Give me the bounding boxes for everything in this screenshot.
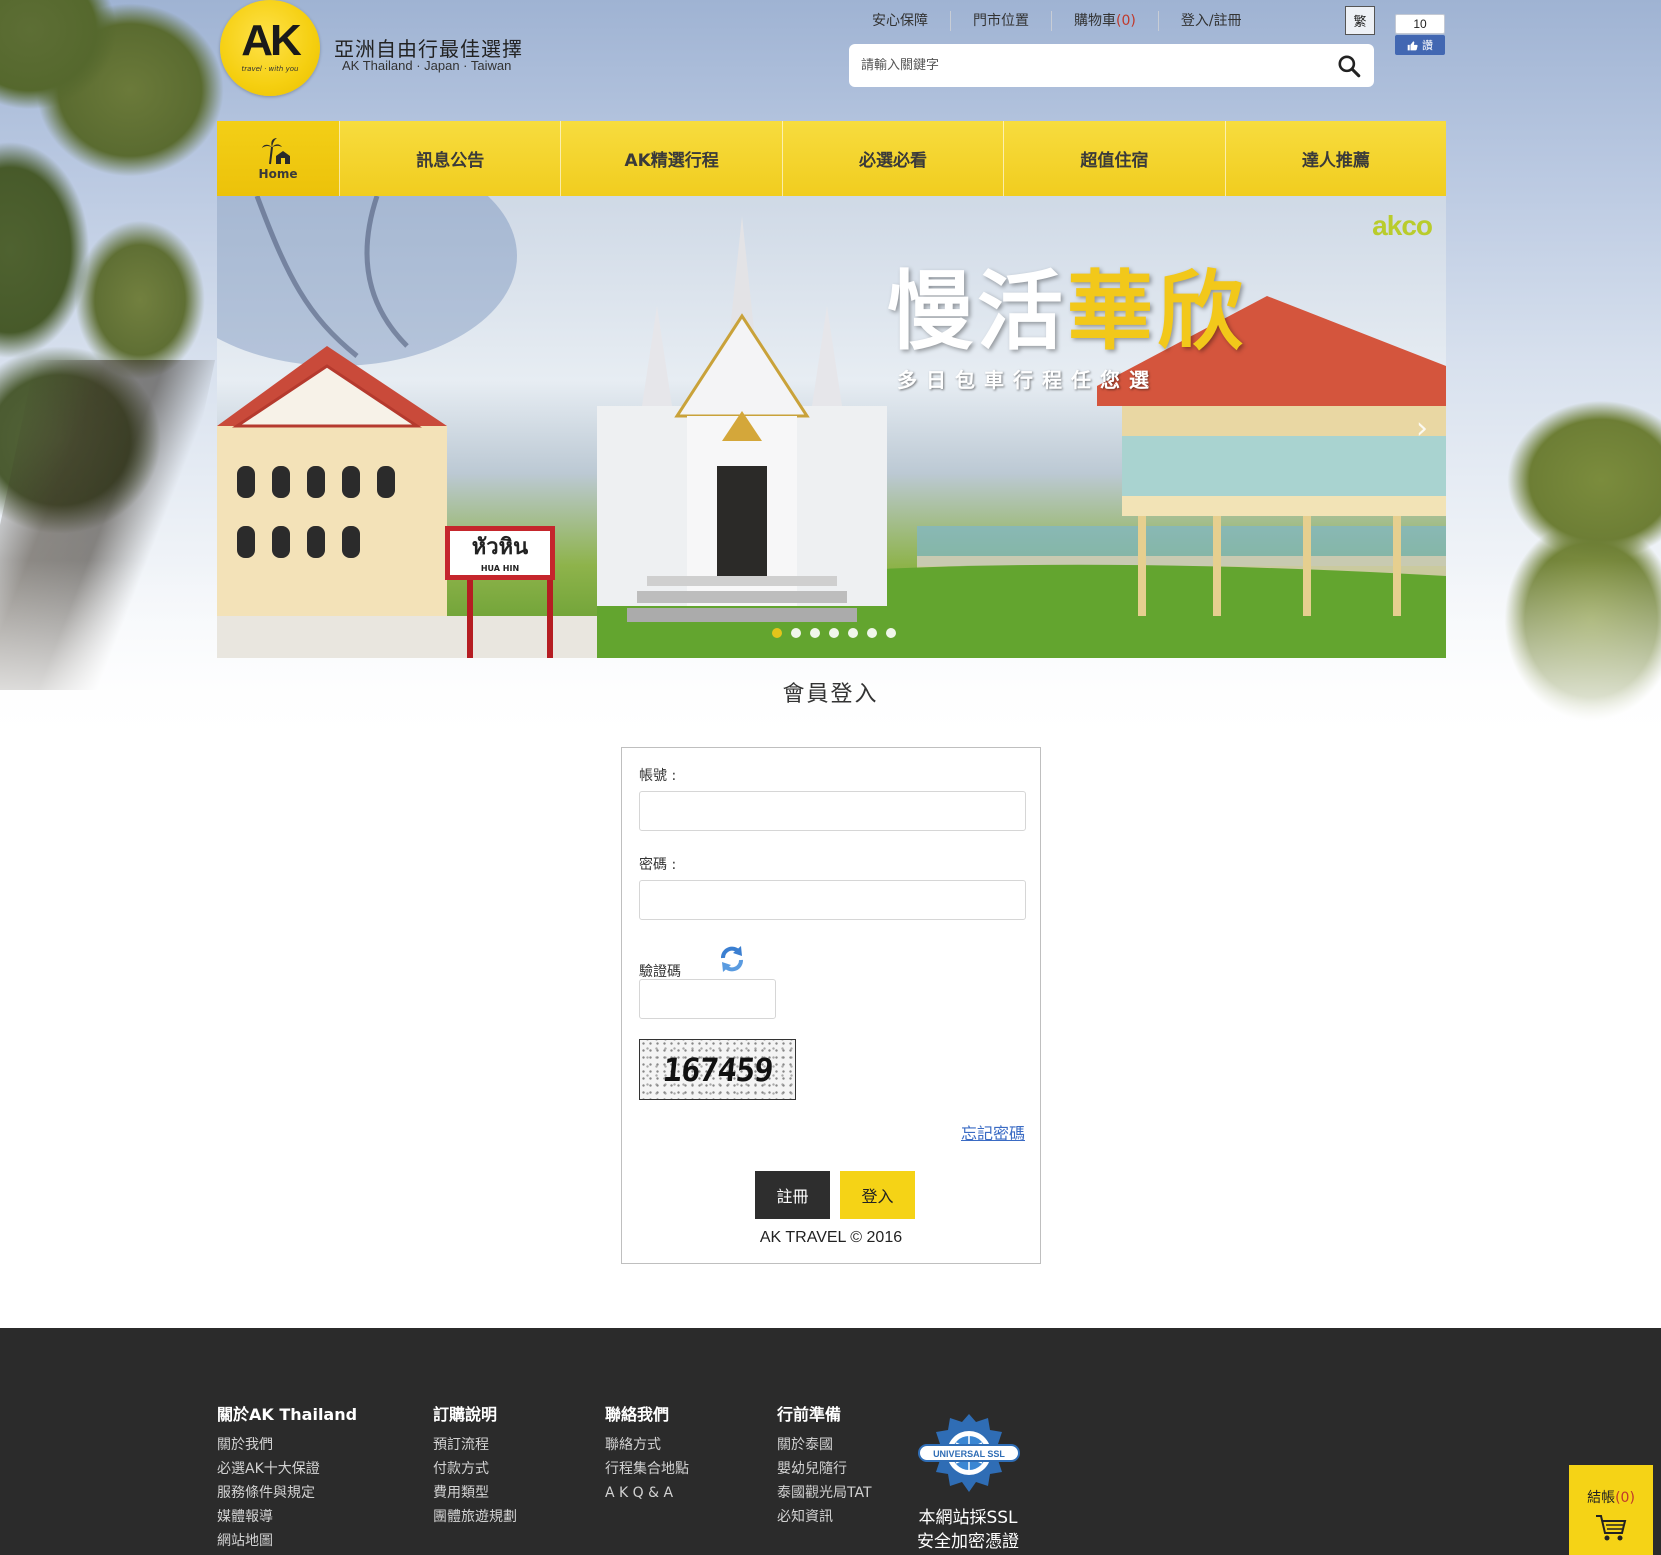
link-store-location[interactable]: 門市位置 [951, 11, 1052, 31]
railway-station-image [217, 346, 597, 658]
banner-title-part2: 華欣 [1067, 261, 1247, 362]
banner-subtitle: 多日包車行程任您選 [897, 368, 1158, 392]
carousel-dot[interactable] [886, 628, 896, 638]
brand-subtitle: AK Thailand · Japan · Taiwan [342, 58, 512, 73]
nav-must-see[interactable]: 必選必看 [783, 121, 1005, 196]
footer-col-title: 訂購說明 [433, 1405, 498, 1424]
site-logo[interactable]: AK travel · with you [220, 0, 320, 96]
main-nav: Home 訊息公告 AK精選行程 必選必看 超值住宿 達人推薦 [217, 121, 1446, 196]
search-bar [849, 44, 1374, 87]
footer-link[interactable]: 必知資訊 [777, 1505, 872, 1529]
footer-link[interactable]: 行程集合地點 [605, 1457, 689, 1481]
page-title: 會員登入 [782, 682, 879, 707]
cart-count: (0) [1116, 13, 1136, 29]
banner-title-part1: 慢活 [887, 261, 1067, 362]
link-guarantee[interactable]: 安心保障 [852, 11, 951, 31]
footer-link[interactable]: 費用類型 [433, 1481, 517, 1505]
footer-link[interactable]: 團體旅遊規劃 [433, 1505, 517, 1529]
footer-link[interactable]: 關於我們 [217, 1433, 357, 1457]
ssl-badge-text: UNIVERSAL SSL [933, 1449, 1005, 1459]
refresh-icon[interactable] [717, 944, 747, 974]
fb-like-count: 10 [1395, 14, 1445, 34]
nav-expert-picks[interactable]: 達人推薦 [1226, 121, 1446, 196]
search-input[interactable] [861, 58, 1336, 73]
footer-link[interactable]: 泰國觀光局TAT [777, 1481, 872, 1505]
carousel-dot[interactable] [867, 628, 877, 638]
captcha-label: 驗證碼 [639, 964, 681, 980]
cart-label: 購物車 [1074, 13, 1116, 29]
footer-link[interactable]: 聯絡方式 [605, 1433, 689, 1457]
link-cart[interactable]: 購物車(0) [1052, 11, 1159, 31]
ssl-line-1: 本網站採SSL [918, 1508, 1018, 1528]
footer-col-ordering: 訂購說明 預訂流程 付款方式 費用類型 團體旅遊規劃 [433, 1401, 517, 1529]
footer-col-title: 聯絡我們 [605, 1405, 670, 1424]
language-button[interactable]: 繁 [1345, 6, 1375, 35]
thumbs-up-icon [1407, 40, 1418, 50]
ssl-badge-icon: UNIVERSAL SSL [918, 1414, 1020, 1492]
captcha-image: 167459 [639, 1039, 796, 1100]
fb-like-label: 讚 [1422, 39, 1433, 52]
footer-link[interactable]: 服務條件與規定 [217, 1481, 357, 1505]
nav-home[interactable]: Home [217, 121, 340, 196]
carousel-dot[interactable] [848, 628, 858, 638]
banner-brand-logo: akco [1372, 210, 1433, 241]
banner-title: 慢活華欣 [887, 241, 1247, 366]
nav-accommodation[interactable]: 超值住宿 [1004, 121, 1226, 196]
register-button[interactable]: 註冊 [755, 1171, 830, 1219]
checkout-label: 結帳(0) [1587, 1490, 1635, 1506]
password-label: 密碼 : [639, 857, 677, 873]
account-label: 帳號 : [639, 768, 677, 784]
checkout-count: (0) [1615, 1490, 1635, 1506]
footer-link[interactable]: 關於泰國 [777, 1433, 872, 1457]
account-input[interactable] [639, 791, 1026, 831]
nav-featured-tours[interactable]: AK精選行程 [561, 121, 783, 196]
site-footer: 關於AK Thailand 關於我們 必選AK十大保證 服務條件與規定 媒體報導… [0, 1328, 1661, 1555]
footer-link[interactable]: 網站地圖 [217, 1529, 357, 1553]
carousel-dot[interactable] [829, 628, 839, 638]
sign-sub-text: HUA HIN [480, 564, 520, 573]
sign-thai-text: หัวหิน [471, 535, 529, 560]
temple-image [597, 216, 887, 622]
footer-link[interactable]: 嬰幼兒隨行 [777, 1457, 872, 1481]
footer-link[interactable]: 媒體報導 [217, 1505, 357, 1529]
footer-link[interactable]: A K Q & A [605, 1481, 689, 1505]
footer-col-about: 關於AK Thailand 關於我們 必選AK十大保證 服務條件與規定 媒體報導… [217, 1401, 357, 1553]
footer-col-preparation: 行前準備 關於泰國 嬰幼兒隨行 泰國觀光局TAT 必知資訊 [777, 1401, 872, 1529]
carousel-dot[interactable] [772, 628, 782, 638]
ssl-note: 本網站採SSL 安全加密憑證 [912, 1506, 1024, 1554]
carousel-dots [772, 628, 896, 638]
nav-home-label: Home [258, 166, 298, 181]
footer-link[interactable]: 必選AK十大保證 [217, 1457, 357, 1481]
shopping-cart-icon [1596, 1515, 1627, 1541]
footer-col-contact: 聯絡我們 聯絡方式 行程集合地點 A K Q & A [605, 1401, 689, 1505]
carousel-dot[interactable] [791, 628, 801, 638]
logo-tagline: travel · with you [241, 65, 299, 73]
footer-link[interactable]: 付款方式 [433, 1457, 517, 1481]
fb-like-button[interactable]: 讚 [1395, 35, 1445, 55]
home-palm-icon [262, 137, 290, 164]
search-icon[interactable] [1336, 53, 1362, 79]
login-button[interactable]: 登入 [840, 1171, 915, 1219]
banner-illustration [217, 196, 1446, 658]
forgot-password-link[interactable]: 忘記密碼 [961, 1120, 1025, 1144]
top-links: 安心保障 門市位置 購物車(0) 登入/註冊 [852, 11, 1264, 31]
password-input[interactable] [639, 880, 1026, 920]
captcha-input[interactable] [639, 979, 776, 1019]
login-form: 帳號 : 密碼 : 驗證碼 167459 忘記密碼 註冊 登入 AK TRAVE… [621, 747, 1041, 1264]
footer-col-title: 關於AK Thailand [217, 1405, 358, 1424]
hua-hin-sign: หัวหิน HUA HIN [445, 526, 555, 580]
footer-link[interactable]: 預訂流程 [433, 1433, 517, 1457]
checkout-button[interactable]: 結帳(0) [1569, 1465, 1653, 1555]
copyright-text: AK TRAVEL © 2016 [759, 1229, 903, 1246]
hero-banner[interactable]: หัวหิน HUA HIN 慢活華欣 多日包車行程任您選 akco › [217, 196, 1446, 658]
nav-announcements[interactable]: 訊息公告 [340, 121, 562, 196]
carousel-next-arrow[interactable]: › [1416, 411, 1428, 446]
link-login-register[interactable]: 登入/註冊 [1159, 11, 1264, 31]
footer-col-title: 行前準備 [777, 1405, 842, 1424]
captcha-code: 167459 [660, 1050, 775, 1089]
logo-mark: AK [241, 16, 302, 65]
ssl-line-2: 安全加密憑證 [917, 1532, 1019, 1552]
carousel-dot[interactable] [810, 628, 820, 638]
